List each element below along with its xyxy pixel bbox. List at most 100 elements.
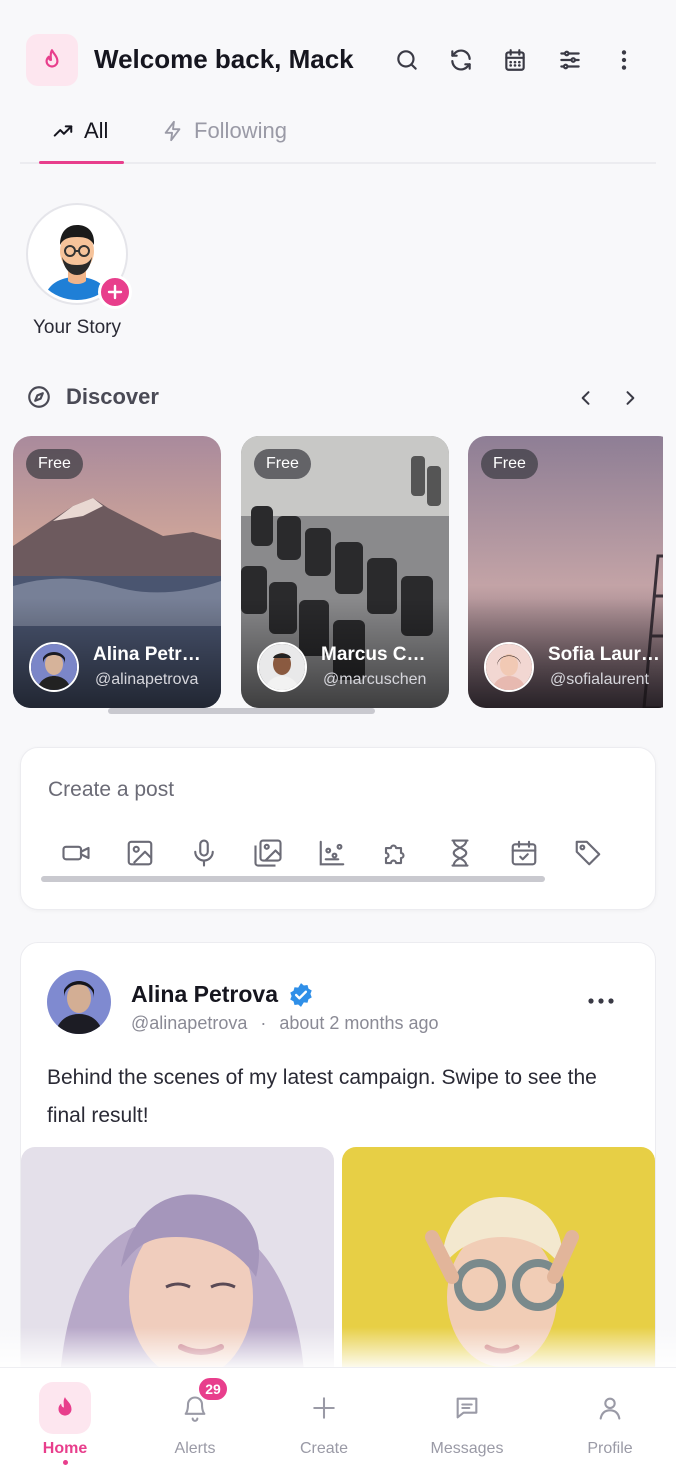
card-handle: @alinapetrova (95, 671, 199, 688)
card-avatar (484, 642, 534, 692)
nav-profile-label: Profile (587, 1440, 633, 1457)
add-gallery-button[interactable] (251, 836, 285, 870)
verified-icon (290, 982, 312, 1007)
filter-button[interactable] (556, 46, 584, 74)
app-logo[interactable] (26, 34, 78, 86)
flame-icon (45, 49, 59, 68)
nav-create-label: Create (299, 1440, 349, 1457)
nav-messages[interactable]: Messages (412, 1382, 522, 1458)
card-avatar (257, 642, 307, 692)
post-text: Behind the scenes of my latest campaign.… (47, 1066, 597, 1127)
free-badge: Free (254, 449, 311, 479)
card-name: Alina Petr… (93, 644, 201, 665)
bottom-navigation: Home 29 Alerts Create Messages Profile (0, 1367, 676, 1480)
discover-next-button[interactable] (618, 386, 642, 410)
more-menu-button[interactable] (610, 46, 638, 74)
active-tab-indicator (39, 161, 124, 164)
discover-carousel[interactable]: Free Alina Petr… @alinapetrova Free Marc… (13, 436, 663, 708)
bottom-fade (0, 1327, 676, 1367)
bolt-icon (164, 120, 181, 142)
tab-all[interactable]: All (52, 118, 108, 144)
post-author[interactable]: Alina Petrova (131, 981, 314, 1008)
nav-alerts[interactable]: 29 Alerts (140, 1376, 250, 1458)
nav-messages-icon-wrap (441, 1382, 493, 1434)
avatar-photo (259, 644, 305, 690)
nav-create[interactable]: Create (269, 1382, 379, 1458)
add-tag-button[interactable] (571, 836, 605, 870)
tab-all-label: All (84, 118, 109, 143)
plus-icon (313, 1397, 335, 1419)
add-image-button[interactable] (123, 836, 157, 870)
message-icon (456, 1397, 478, 1419)
card-name: Marcus C… (321, 644, 426, 665)
mic-icon (194, 839, 214, 867)
compass-icon (28, 386, 50, 408)
card-handle: @sofialaurent (550, 671, 649, 688)
tag-icon (575, 840, 601, 866)
add-video-button[interactable] (59, 836, 93, 870)
nav-home-icon-wrap (39, 1382, 91, 1434)
gallery-icon (254, 839, 282, 867)
free-badge: Free (26, 449, 83, 479)
post-meta: @alinapetrova · about 2 months ago (131, 1013, 439, 1034)
chevron-left-icon (581, 391, 590, 405)
add-schedule-button[interactable] (507, 836, 541, 870)
nav-messages-label: Messages (430, 1440, 504, 1457)
post-time: about 2 months ago (279, 1013, 439, 1033)
page-title: Welcome back, Mack (94, 44, 354, 74)
add-puzzle-button[interactable] (379, 836, 413, 870)
calendar-icon (505, 49, 525, 71)
discover-card[interactable]: Free Alina Petr… @alinapetrova (13, 436, 221, 708)
card-avatar (29, 642, 79, 692)
story-label: Your Story (32, 317, 121, 338)
nav-home-label: Home (42, 1440, 88, 1457)
nav-profile[interactable]: Profile (555, 1382, 665, 1458)
refresh-icon (451, 49, 471, 71)
search-icon (397, 50, 417, 70)
discover-title: Discover (66, 384, 159, 409)
avatar-photo (486, 644, 532, 690)
discover-header: Discover (26, 384, 159, 410)
calendar-check-icon (511, 840, 537, 866)
flame-icon (58, 1397, 72, 1416)
your-story[interactable]: Your Story (26, 203, 132, 338)
tools-scrollbar[interactable] (41, 876, 545, 882)
tab-following[interactable]: Following (162, 118, 287, 144)
refresh-button[interactable] (447, 46, 475, 74)
puzzle-icon (384, 844, 405, 865)
hourglass-icon (451, 839, 469, 867)
plus-icon (107, 284, 123, 300)
author-avatar[interactable] (47, 970, 111, 1034)
user-icon (599, 1397, 621, 1420)
add-countdown-button[interactable] (443, 836, 477, 870)
search-button[interactable] (393, 46, 421, 74)
author-handle: @alinapetrova (131, 1013, 248, 1033)
video-icon (62, 845, 90, 861)
discover-prev-button[interactable] (574, 386, 598, 410)
avatar-photo (47, 970, 111, 1034)
nav-create-icon-wrap (298, 1382, 350, 1434)
add-audio-button[interactable] (187, 836, 221, 870)
add-chart-button[interactable] (315, 836, 349, 870)
more-horizontal-icon (588, 998, 614, 1004)
nav-home[interactable]: Home (10, 1382, 120, 1465)
nav-alerts-label: Alerts (174, 1440, 216, 1457)
discover-card[interactable]: Free Marcus C… @marcuschen (241, 436, 449, 708)
create-post-input[interactable]: Create a post (48, 778, 174, 802)
carousel-scrollbar[interactable] (108, 708, 375, 714)
avatar-photo (31, 644, 77, 690)
calendar-button[interactable] (501, 46, 529, 74)
card-name: Sofia Laur… (548, 644, 660, 665)
meta-separator: · (260, 1013, 267, 1033)
feed-tabs: All Following (20, 100, 656, 164)
discover-card[interactable]: Free Sofia Laur… @sofialaurent (468, 436, 663, 708)
post-options-button[interactable] (587, 995, 615, 1007)
image-icon (127, 840, 153, 866)
free-badge: Free (481, 449, 538, 479)
card-handle: @marcuschen (323, 671, 427, 688)
add-story-button[interactable] (98, 275, 132, 309)
active-indicator-dot (62, 1460, 68, 1465)
chart-icon (319, 840, 345, 866)
more-vertical-icon (621, 50, 627, 70)
app-header: Welcome back, Mack (0, 0, 676, 110)
